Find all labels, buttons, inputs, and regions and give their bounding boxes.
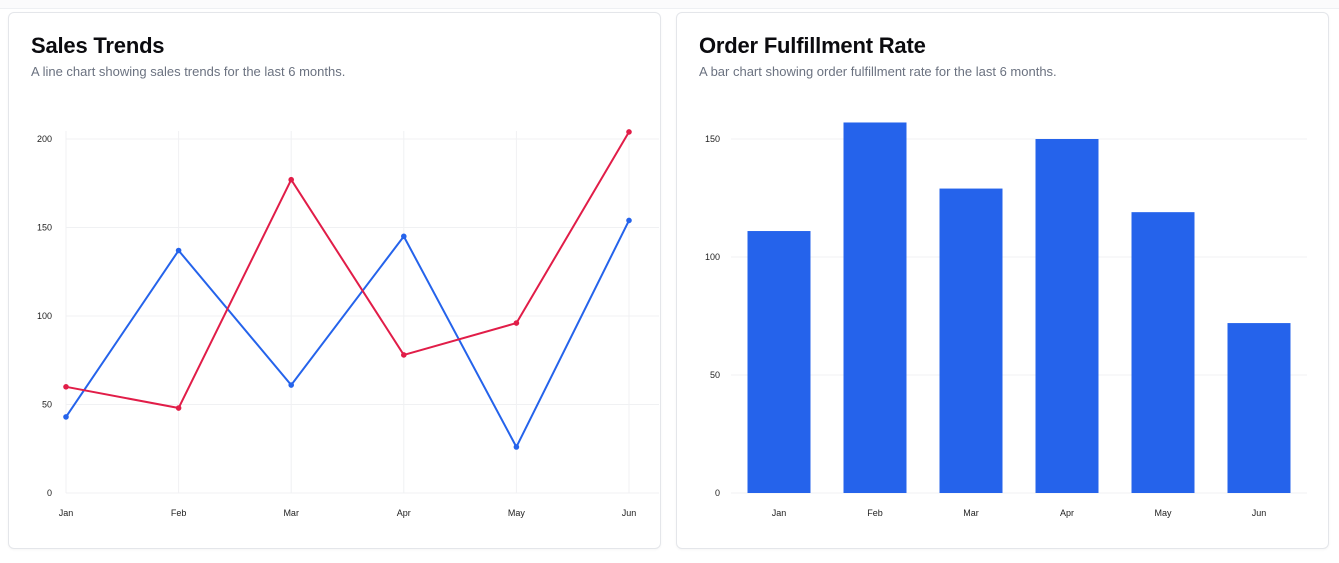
bar — [939, 188, 1003, 493]
bar — [843, 122, 907, 493]
bar-chart: 0 50 100 150 Jan Feb Mar Apr May Jun — [705, 122, 1307, 518]
bar — [747, 231, 811, 494]
bar — [1227, 323, 1291, 493]
x-tick-label: Mar — [283, 508, 299, 518]
top-bar — [0, 0, 1339, 9]
x-tick-label: Feb — [171, 508, 187, 518]
data-point — [626, 129, 632, 135]
data-point — [288, 176, 295, 183]
line-chart: 0 50 100 150 200 Jan Feb Mar Apr May Jun — [37, 129, 659, 518]
y-tick-label: 150 — [37, 223, 52, 233]
y-tick-label: 100 — [37, 311, 52, 321]
y-tick-label: 50 — [42, 400, 52, 410]
data-point — [63, 414, 69, 420]
y-tick-label: 50 — [710, 370, 720, 380]
x-tick-label: Jun — [1252, 508, 1267, 518]
x-tick-label: May — [1154, 508, 1172, 518]
grid — [65, 131, 659, 494]
x-tick-label: Feb — [867, 508, 883, 518]
series-line-0 — [65, 219, 630, 448]
x-tick-label: May — [508, 508, 526, 518]
data-point — [401, 233, 407, 240]
x-tick-label: Mar — [963, 508, 979, 518]
sales-trends-card: Sales Trends A line chart showing sales … — [8, 12, 661, 549]
y-tick-label: 150 — [705, 134, 720, 144]
data-point — [401, 352, 407, 358]
y-tick-label: 200 — [37, 134, 52, 144]
y-tick-label: 0 — [715, 488, 720, 498]
data-point — [626, 217, 632, 224]
data-point — [175, 405, 182, 411]
x-tick-label: Apr — [1060, 508, 1074, 518]
y-tick-label: 100 — [705, 252, 720, 262]
data-point — [513, 444, 520, 450]
order-fulfillment-card: Order Fulfillment Rate A bar chart showi… — [676, 12, 1329, 549]
x-tick-label: Apr — [397, 508, 411, 518]
x-tick-label: Jan — [772, 508, 787, 518]
data-point — [288, 382, 295, 388]
x-tick-label: Jan — [59, 508, 74, 518]
bar — [1035, 139, 1099, 493]
data-point — [175, 247, 182, 254]
series-line-1 — [65, 131, 630, 410]
y-tick-label: 0 — [47, 488, 52, 498]
bar — [1131, 212, 1195, 493]
grid — [731, 138, 1307, 494]
data-point — [513, 320, 520, 326]
x-tick-label: Jun — [622, 508, 637, 518]
data-point — [63, 384, 69, 390]
